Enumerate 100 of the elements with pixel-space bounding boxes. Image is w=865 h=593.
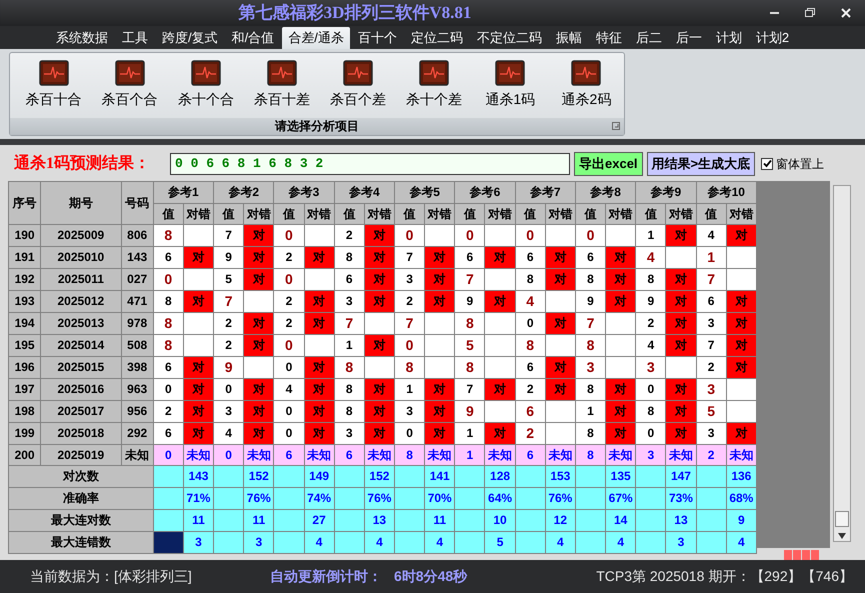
table-cell — [515, 531, 546, 554]
menu-tab[interactable]: 特征 — [590, 26, 628, 49]
table-cell: 195 — [8, 334, 41, 356]
prediction-field[interactable]: 0 0 6 6 8 1 6 8 3 2 — [170, 152, 570, 175]
table-cell: 对 — [364, 400, 394, 422]
stat-label: 最大连对数 — [8, 509, 154, 532]
table-cell: 对 — [666, 422, 696, 444]
table-cell — [394, 509, 425, 532]
table-cell: 4 — [274, 378, 304, 400]
table-cell: 2 — [274, 290, 304, 312]
table-cell: 0 — [636, 422, 666, 444]
topmost-checkbox[interactable] — [761, 158, 774, 170]
export-button[interactable]: 导出excel — [574, 152, 643, 176]
table-cell: 6 — [575, 246, 606, 268]
menu-tab[interactable]: 工具 — [116, 26, 154, 49]
menu-tab[interactable]: 系统数据 — [50, 26, 114, 49]
table-cell: 对 — [244, 268, 274, 290]
menu-tab[interactable]: 和/合值 — [226, 26, 280, 49]
minimize-icon[interactable] — [770, 11, 779, 14]
column-header: 参考7 — [515, 181, 576, 204]
scrollbar[interactable] — [833, 184, 851, 542]
table-cell: 对 — [666, 334, 696, 356]
resize-grip-icon[interactable] — [784, 550, 819, 560]
ribbon-button[interactable]: 杀百个差 — [320, 60, 396, 110]
menu-tab[interactable]: 计划2 — [750, 26, 796, 49]
table-cell: 6 — [153, 422, 184, 444]
table-cell: 7 — [334, 312, 364, 334]
column-header: 值 — [214, 203, 244, 224]
table-cell — [334, 487, 364, 510]
countdown-text: 6时8分48秒 — [394, 566, 468, 586]
table-cell: 4 — [636, 334, 666, 356]
menu-tab[interactable]: 计划 — [710, 26, 748, 49]
table-cell: 141 — [424, 465, 455, 488]
table-cell: 0 — [214, 444, 244, 466]
scrollbar-thumb[interactable] — [835, 510, 849, 527]
table-cell: 292 — [121, 422, 154, 444]
table-cell: 398 — [121, 356, 154, 378]
table-cell: 对 — [304, 422, 334, 444]
table-cell: 1 — [575, 400, 606, 422]
stat-label: 对次数 — [8, 465, 154, 488]
table-cell — [575, 465, 606, 488]
table-cell: 197 — [8, 378, 41, 400]
column-header: 对错 — [666, 203, 696, 224]
table-cell: 136 — [726, 465, 756, 488]
menu-tab[interactable]: 合差/通杀 — [282, 26, 350, 49]
table-cell: 2 — [696, 444, 726, 466]
table-cell: 对 — [364, 246, 394, 268]
table-cell: 6 — [153, 356, 184, 378]
table-cell: 4 — [696, 224, 726, 246]
table-cell: 8 — [636, 400, 666, 422]
table-cell: 未知 — [545, 444, 576, 466]
ribbon-button[interactable]: 杀百十合 — [16, 60, 92, 110]
table-cell: 对 — [364, 378, 394, 400]
table-cell: 4 — [515, 290, 546, 312]
table-cell: 4 — [424, 531, 455, 554]
column-header: 号码 — [121, 181, 154, 224]
table-cell: 8 — [153, 224, 184, 246]
column-header: 参考2 — [214, 181, 274, 204]
ribbon-button[interactable]: 杀十个差 — [396, 60, 472, 110]
heartbeat-monitor-icon — [343, 60, 374, 86]
menu-tab[interactable]: 后二 — [630, 26, 668, 49]
menu-tab[interactable]: 定位二码 — [404, 26, 469, 49]
table-cell: 152 — [244, 465, 274, 488]
expand-icon[interactable] — [612, 122, 620, 130]
table-cell: 13 — [666, 509, 696, 532]
table-cell: 对 — [424, 246, 455, 268]
table-cell: 对 — [606, 290, 636, 312]
table-cell — [394, 465, 425, 488]
table-cell: 0 — [394, 224, 425, 246]
table-cell — [636, 465, 666, 488]
table-cell: 9 — [214, 246, 244, 268]
heartbeat-monitor-icon — [38, 60, 69, 86]
menu-tab[interactable]: 不定位二码 — [470, 26, 548, 49]
table-cell: 2025011 — [40, 268, 122, 290]
close-icon[interactable] — [841, 8, 851, 18]
table-cell: 对 — [545, 268, 576, 290]
countdown-label: 自动更新倒计时： — [270, 566, 382, 586]
ribbon-button[interactable]: 杀十个合 — [168, 60, 244, 110]
ribbon-button[interactable]: 通杀2码 — [548, 60, 624, 110]
table-cell: 对 — [666, 378, 696, 400]
table-cell: 2025013 — [40, 312, 122, 334]
table-cell: 对 — [666, 312, 696, 334]
menu-tab[interactable]: 百十个 — [352, 26, 403, 49]
ribbon-button[interactable]: 杀百个合 — [92, 60, 168, 110]
ribbon-button[interactable]: 杀百十差 — [244, 60, 320, 110]
table-cell: 74% — [304, 487, 334, 510]
scroll-down-icon[interactable] — [838, 532, 846, 539]
generate-button[interactable]: 用结果>生成大底 — [646, 152, 756, 176]
table-cell: 对 — [606, 246, 636, 268]
table-cell: 2025014 — [40, 334, 122, 356]
menu-tab[interactable]: 后一 — [670, 26, 708, 49]
table-cell — [575, 487, 606, 510]
menu-tab[interactable]: 跨度/复式 — [156, 26, 224, 49]
table-cell: 10 — [484, 509, 516, 532]
ribbon-button[interactable]: 通杀1码 — [472, 60, 548, 110]
topmost-label: 窗体置上 — [776, 156, 824, 173]
table-cell: 5 — [214, 268, 244, 290]
table-cell: 3 — [575, 356, 606, 378]
menu-tab[interactable]: 振幅 — [550, 26, 588, 49]
restore-icon[interactable] — [805, 8, 815, 18]
